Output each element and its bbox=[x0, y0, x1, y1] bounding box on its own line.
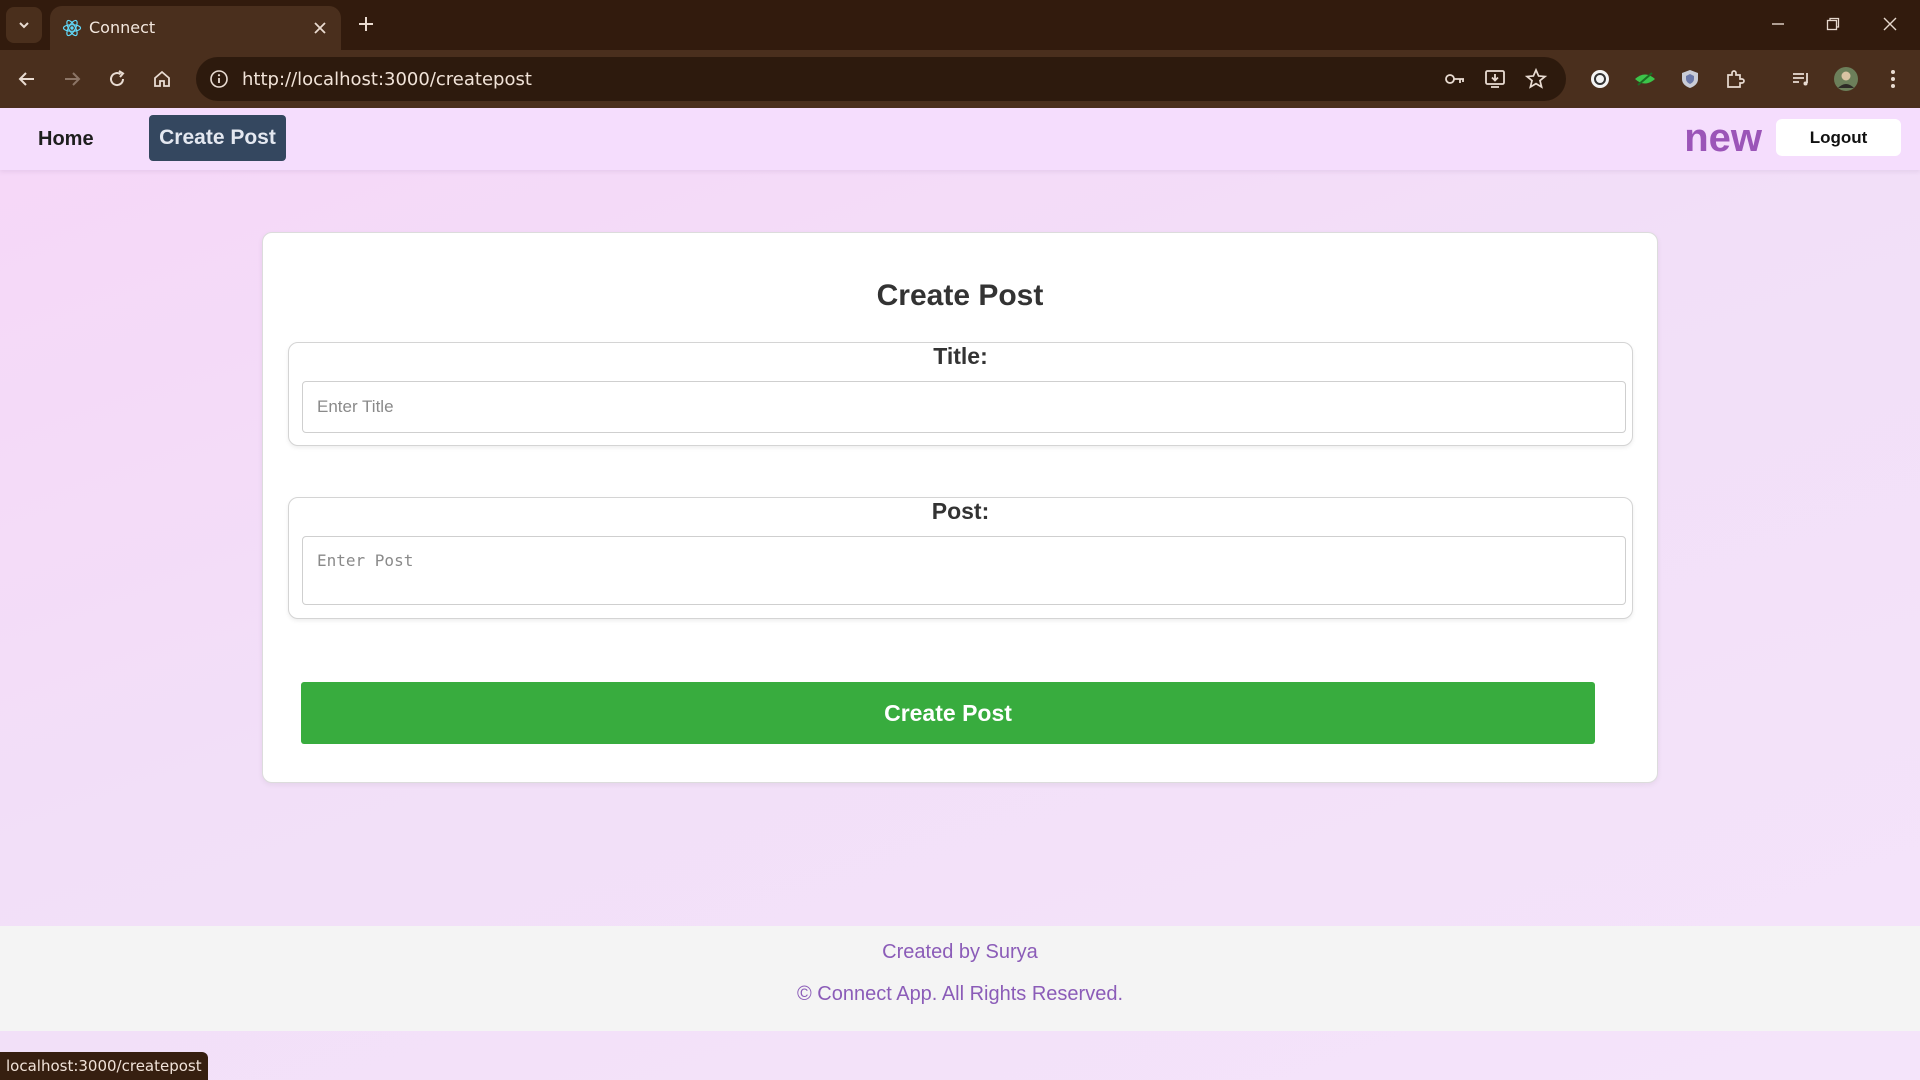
app-navbar: Home Create Post new Logout bbox=[0, 108, 1920, 170]
extension-circle-icon[interactable] bbox=[1583, 62, 1617, 96]
title-input[interactable] bbox=[302, 381, 1626, 433]
extension-eye-icon[interactable] bbox=[1628, 62, 1662, 96]
url-text[interactable]: http://localhost:3000/createpost bbox=[242, 69, 532, 90]
install-app-icon[interactable] bbox=[1482, 66, 1508, 92]
footer-credit: Created by Surya bbox=[882, 941, 1038, 963]
media-control-icon[interactable] bbox=[1784, 62, 1818, 96]
minimize-icon[interactable] bbox=[1758, 8, 1798, 40]
address-bar[interactable]: http://localhost:3000/createpost bbox=[196, 57, 1566, 101]
reload-icon[interactable] bbox=[100, 62, 134, 96]
forward-icon[interactable] bbox=[55, 62, 89, 96]
extension-shield-icon[interactable] bbox=[1673, 62, 1707, 96]
page-title: Create Post bbox=[876, 279, 1044, 312]
browser-tabstrip: Connect bbox=[0, 0, 1920, 50]
logout-button[interactable]: Logout bbox=[1776, 119, 1901, 156]
browser-menu-icon[interactable] bbox=[1876, 62, 1910, 96]
status-bar-url: localhost:3000/createpost bbox=[0, 1052, 208, 1080]
page-viewport: Home Create Post new Logout Create Post … bbox=[0, 108, 1920, 1080]
chevron-down-icon bbox=[19, 22, 29, 29]
username-label: new bbox=[1684, 116, 1762, 160]
nav-create-post-link[interactable]: Create Post bbox=[149, 115, 286, 161]
react-icon bbox=[62, 19, 82, 37]
title-field-group: Title: bbox=[288, 342, 1633, 446]
browser-tab[interactable]: Connect bbox=[50, 6, 341, 50]
page-footer: Created by Surya © Connect App. All Righ… bbox=[0, 926, 1920, 1031]
tab-title: Connect bbox=[89, 18, 156, 37]
new-tab-icon[interactable] bbox=[352, 10, 380, 38]
back-icon[interactable] bbox=[10, 62, 44, 96]
post-textarea[interactable] bbox=[302, 536, 1626, 605]
restore-icon[interactable] bbox=[1813, 8, 1853, 40]
close-window-icon[interactable] bbox=[1870, 8, 1910, 40]
password-key-icon[interactable] bbox=[1442, 66, 1468, 92]
site-info-icon[interactable] bbox=[206, 66, 232, 92]
create-post-card: Create Post Title: Post: Create Post bbox=[262, 232, 1658, 783]
post-label: Post: bbox=[931, 498, 990, 524]
tab-search-button[interactable] bbox=[6, 7, 42, 43]
nav-home-link[interactable]: Home bbox=[26, 116, 106, 162]
browser-toolbar: http://localhost:3000/createpost bbox=[0, 50, 1920, 108]
profile-avatar-icon[interactable] bbox=[1829, 62, 1863, 96]
home-icon[interactable] bbox=[145, 62, 179, 96]
post-field-group: Post: bbox=[288, 497, 1633, 619]
title-label: Title: bbox=[933, 343, 988, 369]
bookmark-star-icon[interactable] bbox=[1523, 66, 1549, 92]
extensions-puzzle-icon[interactable] bbox=[1718, 62, 1752, 96]
tab-close-icon[interactable] bbox=[309, 17, 331, 39]
footer-copyright: © Connect App. All Rights Reserved. bbox=[796, 983, 1123, 1005]
create-post-submit-button[interactable]: Create Post bbox=[301, 682, 1595, 744]
